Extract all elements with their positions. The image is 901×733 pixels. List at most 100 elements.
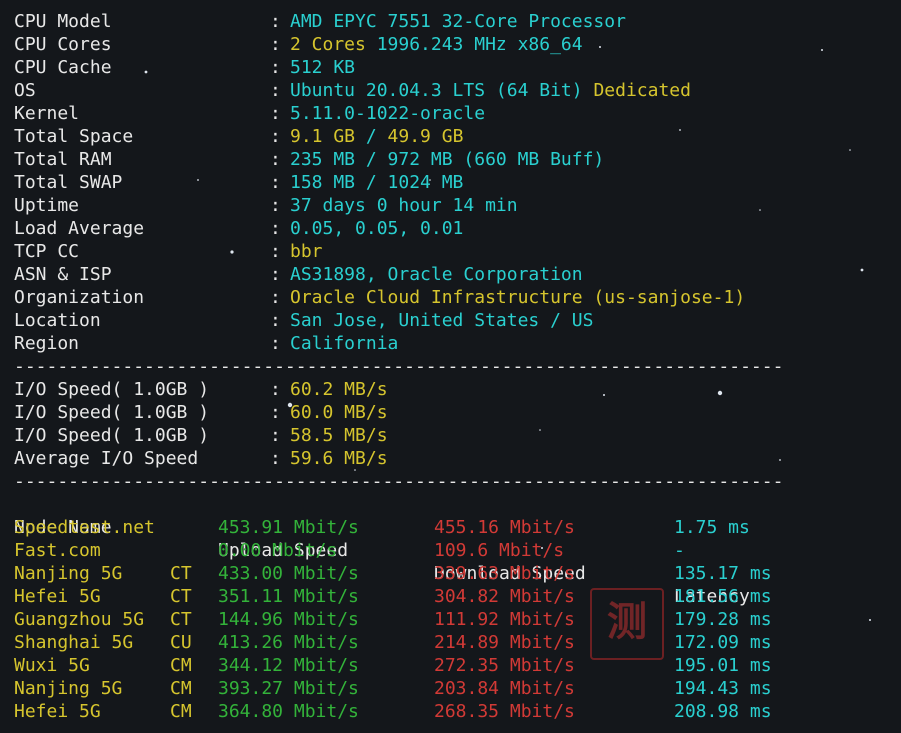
info-row: TCP CC: bbr (14, 240, 901, 263)
node-isp: CM (170, 701, 192, 722)
download-speed: 268.35 Mbit/s (434, 701, 575, 722)
latency: 135.17 ms (674, 563, 772, 584)
info-row: Organization: Oracle Cloud Infrastructure… (14, 286, 901, 309)
info-colon: : (270, 333, 281, 354)
upload-speed: 144.96 Mbit/s (218, 609, 359, 630)
info-value: Ubuntu 20.04.3 LTS (64 Bit) Dedicated (290, 79, 691, 102)
speedtest-row: Fast.com 0.00 Mbit/s 109.6 Mbit/s - (14, 539, 901, 562)
node-name: Guangzhou 5G (14, 609, 145, 630)
info-key: ASN & ISP (14, 264, 112, 285)
download-speed: 339.63 Mbit/s (434, 563, 575, 584)
io-label: I/O Speed( 1.0GB ) (14, 379, 210, 400)
info-colon: : (270, 264, 281, 285)
info-colon: : (270, 103, 281, 124)
info-row: CPU Cores:2 Cores 1996.243 MHz x86_64 (14, 33, 901, 56)
info-key: Uptime (14, 195, 80, 216)
info-value: AMD EPYC 7551 32-Core Processor (290, 11, 626, 32)
info-key: Total RAM (14, 149, 112, 170)
info-key: Organization (14, 287, 145, 308)
speedtest-row: Wuxi 5G CM 344.12 Mbit/s 272.35 Mbit/s 195.0… (14, 654, 901, 677)
io-row: I/O Speed( 1.0GB ):60.2 MB/s (14, 378, 901, 401)
download-speed: 304.82 Mbit/s (434, 586, 575, 607)
node-isp: CT (170, 563, 192, 584)
node-isp: CT (170, 609, 192, 630)
node-name: Speedtest.net (14, 517, 155, 538)
node-isp: CT (170, 586, 192, 607)
io-label: I/O Speed( 1.0GB ) (14, 425, 210, 446)
info-key: OS (14, 80, 36, 101)
io-row: I/O Speed( 1.0GB ):60.0 MB/s (14, 401, 901, 424)
info-row: Load Average:0.05, 0.05, 0.01 (14, 217, 901, 240)
info-row: Kernel:5.11.0-1022-oracle (14, 102, 901, 125)
watermark-stamp: 测 (590, 588, 664, 660)
download-speed: 109.6 Mbit/s (434, 540, 565, 561)
upload-speed: 453.91 Mbit/s (218, 517, 359, 538)
upload-speed: 364.80 Mbit/s (218, 701, 359, 722)
info-value: 9.1 GB / 49.9 GB (290, 125, 463, 148)
io-speed-section: I/O Speed( 1.0GB ):60.2 MB/s I/O Speed( 1… (14, 378, 901, 470)
io-row: I/O Speed( 1.0GB ):58.5 MB/s (14, 424, 901, 447)
node-name: Hefei 5G (14, 701, 101, 722)
info-colon: : (270, 172, 281, 193)
node-name: Hefei 5G (14, 586, 101, 607)
io-label: I/O Speed( 1.0GB ) (14, 402, 210, 423)
speedtest-row: Shanghai 5G CU 413.26 Mbit/s 214.89 Mbit/s 1… (14, 631, 901, 654)
speedtest-row: Nanjing 5G CT 433.00 Mbit/s 339.63 Mbit/s 13… (14, 562, 901, 585)
info-colon: : (270, 310, 281, 331)
upload-speed: 0.00 Mbit/s (218, 540, 338, 561)
info-row: Total RAM:235 MB / 972 MB (660 MB Buff) (14, 148, 901, 171)
speedtest-row: Nanjing 5G CM 393.27 Mbit/s 203.84 Mbit/s 19… (14, 677, 901, 700)
info-colon: : (270, 34, 281, 55)
info-value: 0.05, 0.05, 0.01 (290, 218, 464, 239)
node-name: Nanjing 5G (14, 563, 123, 584)
speedtest-row: Hefei 5G CM 364.80 Mbit/s 268.35 Mbit/s 208.… (14, 700, 901, 723)
node-isp: CM (170, 655, 192, 676)
info-colon: : (270, 80, 281, 101)
info-value-part: Ubuntu 20.04.3 LTS (64 Bit) (290, 80, 583, 101)
info-key: TCP CC (14, 241, 80, 262)
info-value: 2 Cores 1996.243 MHz x86_64 (290, 33, 583, 56)
latency: 181.56 ms (674, 586, 772, 607)
info-row: CPU Cache:512 KB (14, 56, 901, 79)
info-key: Region (14, 333, 80, 354)
info-value: AS31898, Oracle Corporation (290, 264, 583, 285)
info-value: California (290, 333, 399, 354)
info-key: CPU Cores (14, 34, 112, 55)
system-info-section: CPU Model: AMD EPYC 7551 32-Core Processo… (14, 10, 901, 355)
io-colon: : (270, 425, 281, 446)
upload-speed: 344.12 Mbit/s (218, 655, 359, 676)
latency: - (674, 540, 685, 561)
io-colon: : (270, 402, 281, 423)
node-name: Fast.com (14, 540, 101, 561)
speedtest-row: Guangzhou 5G CT 144.96 Mbit/s 111.92 Mbit/s… (14, 608, 901, 631)
info-value: 5.11.0-1022-oracle (290, 103, 486, 124)
info-row: Region: California (14, 332, 901, 355)
upload-speed: 393.27 Mbit/s (218, 678, 359, 699)
speedtest-header: Node Name Upload Speed Download Speed La… (14, 493, 901, 607)
info-value: 235 MB / 972 MB (660 MB Buff) (290, 148, 604, 171)
io-value: 58.5 MB/s (290, 425, 388, 446)
info-key: Kernel (14, 103, 80, 124)
io-colon: : (270, 448, 281, 469)
info-value: 158 MB / 1024 MB (290, 172, 464, 193)
info-colon: : (270, 57, 281, 78)
upload-speed: 433.00 Mbit/s (218, 563, 359, 584)
node-name: Nanjing 5G (14, 678, 123, 699)
info-colon: : (270, 149, 281, 170)
terminal-output: CPU Model: AMD EPYC 7551 32-Core Processo… (14, 10, 901, 723)
info-colon: : (270, 11, 281, 32)
latency: 172.09 ms (674, 632, 772, 653)
latency: 179.28 ms (674, 609, 772, 630)
info-row: CPU Model: AMD EPYC 7551 32-Core Processo… (14, 10, 901, 33)
download-speed: 455.16 Mbit/s (434, 517, 575, 538)
latency: 208.98 ms (674, 701, 772, 722)
download-speed: 214.89 Mbit/s (434, 632, 575, 653)
info-colon: : (270, 218, 281, 239)
info-key: Load Average (14, 218, 145, 239)
io-value: 60.0 MB/s (290, 402, 388, 423)
info-row: Total Space:9.1 GB / 49.9 GB (14, 125, 901, 148)
separator-line: ----------------------------------------… (14, 356, 784, 377)
info-colon: : (270, 241, 281, 262)
latency: 194.43 ms (674, 678, 772, 699)
info-key: Total Space (14, 126, 134, 147)
